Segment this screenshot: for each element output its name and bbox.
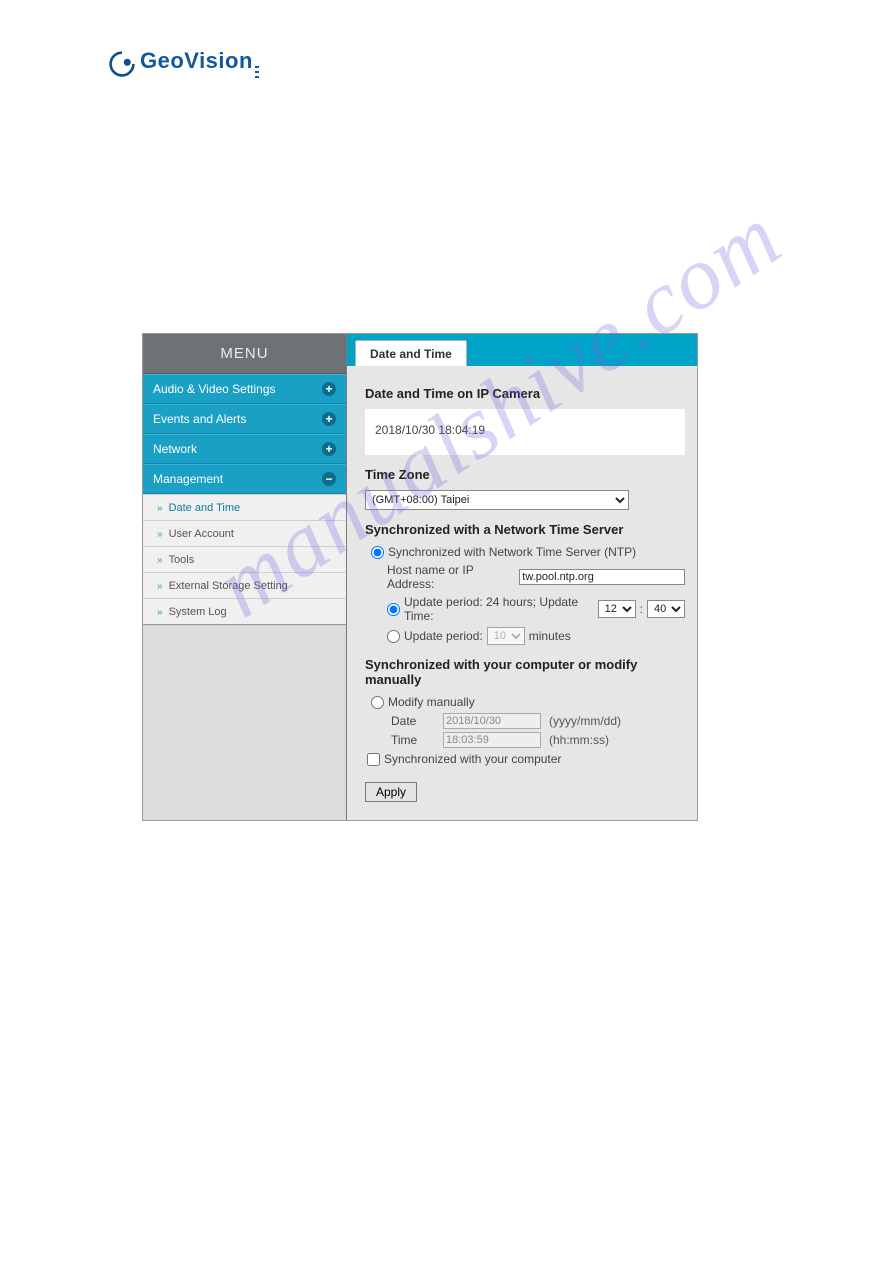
manual-date-row: Date (yyyy/mm/dd) <box>391 713 685 729</box>
settings-panel: Date and Time on IP Camera 2018/10/30 18… <box>347 366 697 820</box>
content-area: Date and Time Date and Time on IP Camera… <box>347 334 697 820</box>
brand-logo: GeoVision <box>108 48 259 79</box>
manual-time-input[interactable] <box>443 732 541 748</box>
sidebar-item-systemlog[interactable]: System Log <box>143 598 346 624</box>
manual-date-label: Date <box>391 714 435 728</box>
ntp-period24-radio[interactable] <box>387 603 400 616</box>
sidebar-section-label: Network <box>153 434 197 464</box>
timezone-select[interactable]: (GMT+08:00) Taipei <box>365 490 629 510</box>
sync-computer-checkbox[interactable] <box>367 753 380 766</box>
sidebar-item-externalstorage[interactable]: External Storage Setting <box>143 572 346 598</box>
current-datetime-box: 2018/10/30 18:04:19 <box>365 409 685 455</box>
ntp-period24-row: Update period: 24 hours; Update Time: 12… <box>387 595 685 623</box>
sidebar: MENU Audio & Video Settings + Events and… <box>143 334 347 820</box>
sidebar-item-tools[interactable]: Tools <box>143 546 346 572</box>
manual-date-input[interactable] <box>443 713 541 729</box>
tab-datetime[interactable]: Date and Time <box>355 340 467 366</box>
sidebar-section-audiovideo[interactable]: Audio & Video Settings + <box>143 374 346 404</box>
sidebar-section-management[interactable]: Management − <box>143 464 346 494</box>
ntp-hour-select[interactable]: 12 <box>598 600 636 618</box>
manual-fields: Date (yyyy/mm/dd) Time (hh:mm:ss) <box>391 713 685 748</box>
manual-radio-row: Modify manually <box>371 695 685 709</box>
logo-geo: Geo <box>140 48 184 73</box>
manual-radio[interactable] <box>371 696 384 709</box>
logo-swirl-icon <box>108 50 136 78</box>
ntp-minute-select[interactable]: 40 <box>647 600 685 618</box>
ntp-periodmin-row: Update period: 10 minutes <box>387 627 685 645</box>
ntp-enable-label: Synchronized with Network Time Server (N… <box>388 545 636 559</box>
manual-radio-label: Modify manually <box>388 695 475 709</box>
ntp-radio-row: Synchronized with Network Time Server (N… <box>371 545 685 559</box>
manual-time-row: Time (hh:mm:ss) <box>391 732 685 748</box>
ntp-host-input[interactable] <box>519 569 685 585</box>
heading-datetime: Date and Time on IP Camera <box>365 386 685 401</box>
plus-icon: + <box>322 442 336 456</box>
logo-vision: Vision <box>184 48 253 73</box>
app-window: MENU Audio & Video Settings + Events and… <box>142 333 698 821</box>
ntp-periodmin-radio[interactable] <box>387 630 400 643</box>
logo-bars-icon <box>255 65 259 79</box>
tabs-bar: Date and Time <box>347 334 697 366</box>
sidebar-section-label: Management <box>153 464 223 494</box>
ntp-enable-radio[interactable] <box>371 546 384 559</box>
logo-text: GeoVision <box>140 48 259 79</box>
ntp-period24-label: Update period: 24 hours; Update Time: <box>404 595 594 623</box>
heading-ntp: Synchronized with a Network Time Server <box>365 522 685 537</box>
ntp-periodmin-select[interactable]: 10 <box>487 627 525 645</box>
sidebar-item-datetime[interactable]: Date and Time <box>143 494 346 520</box>
manual-date-hint: (yyyy/mm/dd) <box>549 714 621 728</box>
minus-icon: − <box>322 472 336 486</box>
apply-button[interactable]: Apply <box>365 782 417 802</box>
plus-icon: + <box>322 382 336 396</box>
heading-timezone: Time Zone <box>365 467 685 482</box>
colon-separator: : <box>640 602 643 616</box>
ntp-periodmin-unit: minutes <box>529 629 571 643</box>
sidebar-title: MENU <box>143 334 346 374</box>
sidebar-section-network[interactable]: Network + <box>143 434 346 464</box>
plus-icon: + <box>322 412 336 426</box>
current-datetime-value: 2018/10/30 18:04:19 <box>375 423 485 437</box>
manual-time-label: Time <box>391 733 435 747</box>
heading-manual: Synchronized with your computer or modif… <box>365 657 685 687</box>
sync-computer-row: Synchronized with your computer <box>367 752 685 766</box>
sidebar-item-useraccount[interactable]: User Account <box>143 520 346 546</box>
sidebar-section-events[interactable]: Events and Alerts + <box>143 404 346 434</box>
sidebar-submenu: Date and Time User Account Tools Externa… <box>143 494 346 624</box>
ntp-host-label: Host name or IP Address: <box>387 563 515 591</box>
ntp-host-row: Host name or IP Address: <box>387 563 685 591</box>
sidebar-section-label: Events and Alerts <box>153 404 246 434</box>
ntp-periodmin-label: Update period: <box>404 629 483 643</box>
manual-time-hint: (hh:mm:ss) <box>549 733 609 747</box>
sidebar-section-label: Audio & Video Settings <box>153 374 276 404</box>
sync-computer-label: Synchronized with your computer <box>384 752 561 766</box>
